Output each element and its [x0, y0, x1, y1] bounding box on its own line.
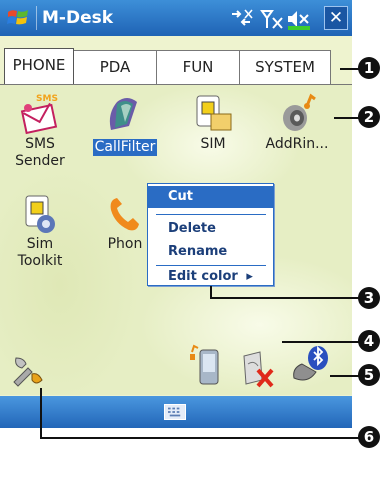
- settings-wrench-icon[interactable]: [10, 352, 46, 390]
- menu-item-label: Edit color: [168, 269, 238, 284]
- callout-5: 5: [358, 364, 380, 386]
- sim-toolkit-icon: [25, 195, 55, 233]
- keyboard-icon[interactable]: [164, 404, 186, 420]
- app-label: AddRin...: [265, 136, 329, 152]
- app-label: Sim: [26, 236, 54, 252]
- callout-line-4: [282, 341, 360, 343]
- sim-icon: [196, 95, 232, 131]
- app-sim[interactable]: SIM: [178, 92, 248, 153]
- callout-line-6: [40, 437, 360, 439]
- windows-start-icon[interactable]: [6, 6, 30, 30]
- callout-line-5: [330, 375, 360, 377]
- volume-muted-icon[interactable]: [286, 8, 312, 30]
- title-bar: M-Desk ✕: [0, 0, 352, 36]
- menu-item-edit-color[interactable]: Edit color ▸: [148, 266, 273, 288]
- sms-icon: SMS: [20, 94, 58, 135]
- app-label: SIM: [200, 136, 226, 152]
- speaker-icon: [283, 93, 316, 131]
- tab-pda[interactable]: PDA: [73, 50, 157, 84]
- tab-bar: PHONE PDA FUN SYSTEM: [4, 48, 331, 84]
- menu-separator: [156, 214, 266, 215]
- callout-line-1: [340, 68, 360, 70]
- svg-text:SMS: SMS: [36, 94, 58, 104]
- device-screen: M-Desk ✕ PHONE PDA FUN SYSTEM SMS SMS Se…: [0, 0, 352, 428]
- callout-vline-6: [40, 388, 42, 438]
- app-addringtone[interactable]: AddRin...: [262, 92, 332, 153]
- tab-fun[interactable]: FUN: [156, 50, 240, 84]
- close-button[interactable]: ✕: [324, 6, 348, 30]
- callout-1: 1: [358, 57, 380, 79]
- callout-line-2: [334, 117, 360, 119]
- connectivity-icon[interactable]: [228, 8, 254, 30]
- callout-2: 2: [358, 106, 380, 128]
- submenu-arrow-icon: ▸: [246, 269, 253, 284]
- bluetooth-icon[interactable]: [290, 344, 330, 388]
- app-label-line2: Toolkit: [17, 253, 63, 269]
- tab-phone[interactable]: PHONE: [4, 48, 74, 84]
- menu-item-cut[interactable]: Cut: [148, 186, 273, 208]
- callout-3: 3: [358, 287, 380, 309]
- callout-4: 4: [358, 330, 380, 352]
- callout-line-3: [210, 297, 360, 299]
- stage: M-Desk ✕ PHONE PDA FUN SYSTEM SMS SMS Se…: [0, 0, 382, 481]
- callout-6: 6: [358, 426, 380, 448]
- window-title: M-Desk: [42, 8, 114, 28]
- tab-system[interactable]: SYSTEM: [239, 50, 331, 84]
- app-sim-toolkit[interactable]: Sim Toolkit: [5, 192, 75, 270]
- app-callfilter[interactable]: CallFilter: [90, 92, 160, 156]
- phone-mode-icon[interactable]: [186, 344, 222, 388]
- tab-baseline: [0, 84, 352, 85]
- callfilter-icon: [109, 98, 137, 130]
- context-menu: Cut Delete Rename Edit color ▸: [147, 183, 274, 286]
- phone-icon: [110, 198, 139, 231]
- app-label: SMS: [25, 136, 55, 152]
- wireless-off-icon[interactable]: [238, 348, 278, 390]
- title-separator: [36, 6, 37, 30]
- app-label-line2: Sender: [15, 153, 65, 169]
- app-sms-sender[interactable]: SMS SMS Sender: [5, 92, 75, 170]
- menu-item-delete[interactable]: Delete: [148, 218, 273, 240]
- app-label-selected: CallFilter: [92, 139, 158, 156]
- menu-item-rename[interactable]: Rename: [148, 241, 273, 263]
- signal-off-icon[interactable]: [260, 8, 284, 30]
